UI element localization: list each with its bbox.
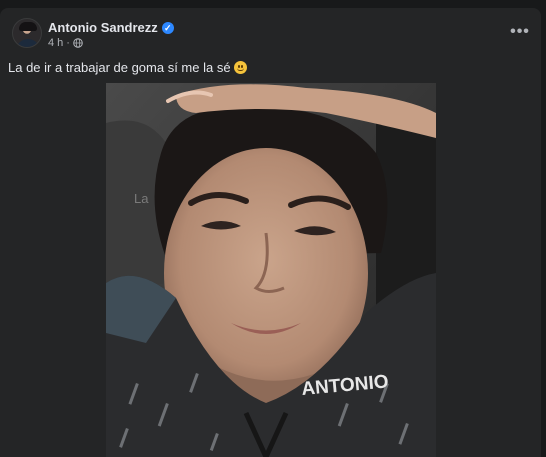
smile-emoji-icon [233,61,247,74]
post-meta: 4 h · [48,37,83,49]
caption-text: La de ir a trabajar de goma sí me la sé [8,60,231,75]
post-header: Antonio Sandrezz ✓ 4 h · ••• [12,18,532,58]
post-card: Antonio Sandrezz ✓ 4 h · ••• La de ir a … [0,8,541,457]
globe-icon [73,38,83,48]
selfie-illustration: La ANTONIO [106,83,436,457]
author-row: Antonio Sandrezz ✓ [48,20,174,35]
author-avatar[interactable] [12,18,42,48]
meta-separator: · [66,37,70,49]
seat-logo: La [134,191,149,206]
verified-badge-icon: ✓ [161,21,174,34]
author-name[interactable]: Antonio Sandrezz [48,20,158,35]
post-photo[interactable]: La ANTONIO [106,83,436,457]
post-timestamp[interactable]: 4 h [48,37,63,49]
post-caption: La de ir a trabajar de goma sí me la sé [8,60,247,75]
more-options-button[interactable]: ••• [508,20,532,44]
